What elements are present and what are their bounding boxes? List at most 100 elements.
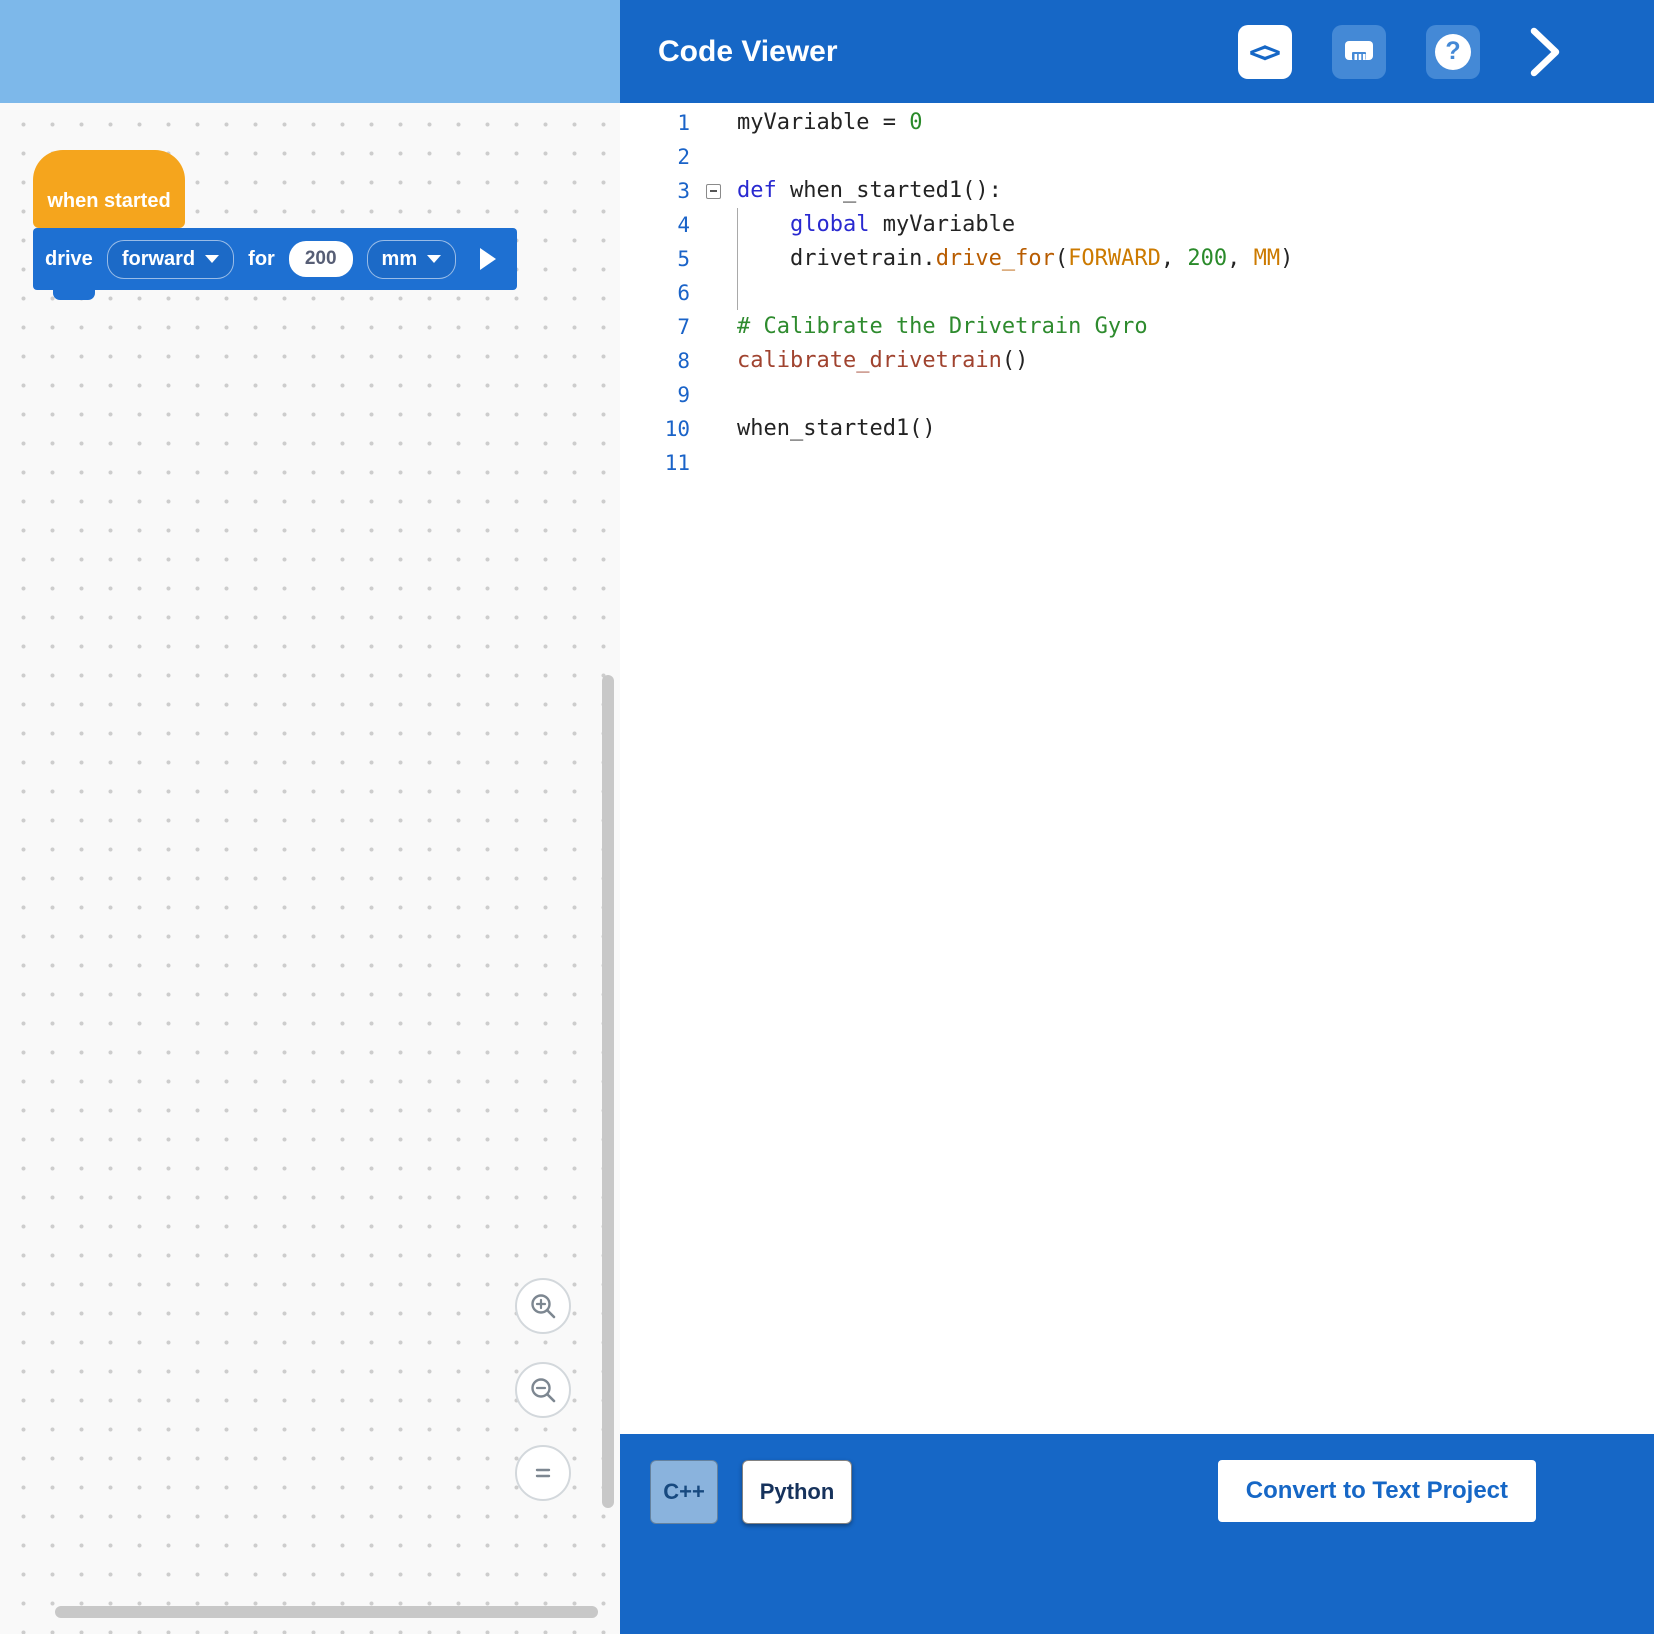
code-view-button[interactable]: <> (1238, 25, 1292, 79)
toolbar-area (0, 0, 620, 103)
code-segment: , (1227, 246, 1254, 271)
distance-value: 200 (305, 248, 337, 269)
line-number: 1 (620, 106, 690, 140)
convert-to-text-project-button[interactable]: Convert to Text Project (1218, 1460, 1536, 1522)
for-label: for (248, 248, 275, 271)
drive-label: drive (45, 248, 93, 271)
code-text (737, 446, 1654, 480)
code-segment: 0 (909, 110, 922, 135)
line-number: 6 (620, 276, 690, 310)
help-glyph: ? (1445, 37, 1460, 66)
caret-down-icon (427, 255, 441, 263)
code-segment: 200 (1187, 246, 1227, 271)
code-text: # Calibrate the Drivetrain Gyro (737, 310, 1654, 344)
python-language-button[interactable]: Python (742, 1460, 852, 1524)
zoom-in-button[interactable] (515, 1278, 571, 1334)
code-segment: FORWARD (1068, 246, 1161, 271)
fold-slot-empty (690, 140, 737, 174)
code-text: when_started1() (737, 412, 1654, 446)
code-segment: () (1002, 348, 1029, 373)
code-segment: ) (1280, 246, 1293, 271)
code-segment: ( (1055, 246, 1068, 271)
help-icon: ? (1435, 34, 1471, 70)
zoom-out-icon (528, 1375, 558, 1405)
code-text: calibrate_drivetrain() (737, 344, 1654, 378)
code-segment (737, 212, 790, 237)
fold-slot-empty (690, 242, 737, 276)
direction-value: forward (122, 248, 195, 271)
direction-dropdown[interactable]: forward (107, 240, 234, 279)
code-text (737, 378, 1654, 412)
code-editor: 1myVariable = 023def when_started1():4 g… (620, 103, 1654, 1434)
fold-slot-empty (690, 378, 737, 412)
caret-down-icon (205, 255, 219, 263)
brain-icon (1343, 38, 1375, 66)
page-title: Code Viewer (658, 35, 838, 69)
help-button[interactable]: ? (1426, 25, 1480, 79)
code-text: drivetrain.drive_for(FORWARD, 200, MM) (737, 242, 1654, 276)
code-text: myVariable = 0 (737, 106, 1654, 140)
code-segment: myVariable (869, 212, 1015, 237)
fold-slot-empty (690, 412, 737, 446)
cpp-language-button[interactable]: C++ (650, 1460, 718, 1524)
collapse-panel-button[interactable] (1526, 23, 1564, 81)
code-segment: when_started1() (737, 416, 936, 441)
blocks-canvas[interactable]: when started drive forward for 200 mm (0, 103, 620, 1634)
code-viewer-panel: Code Viewer <> ? (620, 0, 1654, 1634)
fold-slot-empty (690, 446, 737, 480)
fold-slot-empty (690, 208, 737, 242)
code-segment: MM (1254, 246, 1281, 271)
zoom-out-button[interactable] (515, 1362, 571, 1418)
code-line: 5 drivetrain.drive_for(FORWARD, 200, MM) (620, 242, 1654, 276)
code-text: def when_started1(): (737, 174, 1654, 208)
code-icon: <> (1249, 35, 1278, 69)
code-line: 8 calibrate_drivetrain() (620, 344, 1654, 378)
code-line: 3 def when_started1(): (620, 174, 1654, 208)
when-started-block[interactable]: when started (33, 150, 185, 228)
fold-slot-empty (690, 310, 737, 344)
drive-block[interactable]: drive forward for 200 mm (33, 228, 517, 290)
convert-label: Convert to Text Project (1246, 1477, 1508, 1505)
code-segment: , (1161, 246, 1188, 271)
fold-slot-empty (690, 276, 737, 310)
code-line: 7# Calibrate the Drivetrain Gyro (620, 310, 1654, 344)
line-number: 4 (620, 208, 690, 242)
blocks-workspace-panel: when started drive forward for 200 mm (0, 0, 620, 1634)
line-number: 9 (620, 378, 690, 412)
code-segment: drive_for (936, 246, 1055, 271)
horizontal-scrollbar[interactable] (55, 1606, 598, 1618)
line-number: 2 (620, 140, 690, 174)
unit-value: mm (382, 248, 418, 271)
fold-slot-empty (690, 106, 737, 140)
cpp-label: C++ (663, 1479, 705, 1505)
code-segment: drivetrain. (737, 246, 936, 271)
code-line: 9 (620, 378, 1654, 412)
when-started-label: when started (47, 190, 170, 213)
code-text: global myVariable (737, 208, 1654, 242)
vertical-scrollbar[interactable] (602, 675, 614, 1508)
distance-input[interactable]: 200 (289, 241, 353, 277)
brain-device-button[interactable] (1332, 25, 1386, 79)
code-segment: # Calibrate the Drivetrain Gyro (737, 314, 1148, 339)
zoom-reset-button[interactable] (515, 1445, 571, 1501)
zoom-in-icon (528, 1291, 558, 1321)
fold-slot (690, 174, 737, 208)
line-number: 3 (620, 174, 690, 208)
code-line: 6 (620, 276, 1654, 310)
code-lines: 1myVariable = 023def when_started1():4 g… (620, 106, 1654, 480)
code-viewer-footer: C++ Python Convert to Text Project (620, 1434, 1654, 1634)
code-segment: global (790, 212, 869, 237)
line-number: 8 (620, 344, 690, 378)
code-line: 11 (620, 446, 1654, 480)
code-text (737, 140, 1654, 174)
line-number: 5 (620, 242, 690, 276)
header-icons: <> ? (1238, 23, 1654, 81)
line-number: 10 (620, 412, 690, 446)
python-label: Python (760, 1479, 835, 1505)
zoom-reset-icon (528, 1458, 558, 1488)
code-line: 1 myVariable = 0 (620, 106, 1654, 140)
code-line: 4 global myVariable (620, 208, 1654, 242)
fold-collapse-icon[interactable] (706, 184, 721, 199)
unit-dropdown[interactable]: mm (367, 240, 457, 279)
code-segment: when_started1(): (790, 178, 1002, 203)
